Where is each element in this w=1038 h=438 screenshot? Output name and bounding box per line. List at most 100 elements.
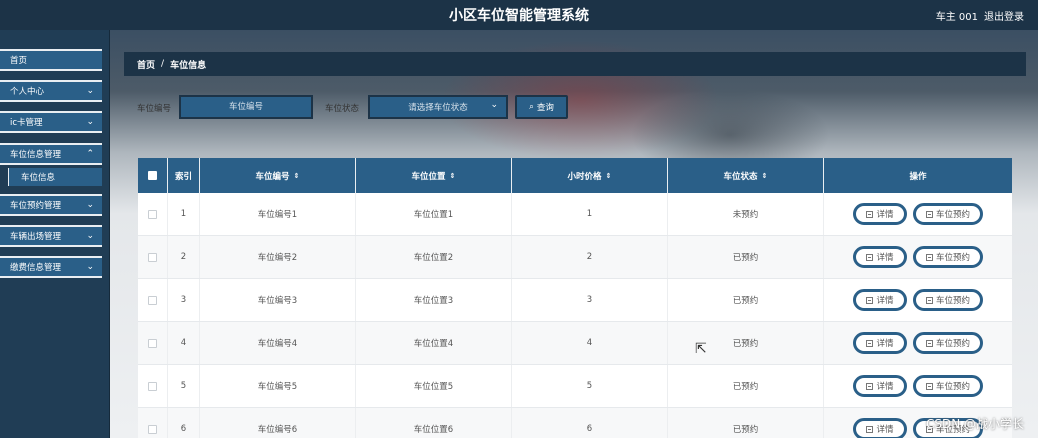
table-row: 1 车位编号1 车位位置1 1 未预约 详情 车位预约 xyxy=(138,193,1012,236)
detail-button[interactable]: 详情 xyxy=(853,246,907,268)
reserve-button-label: 车位预约 xyxy=(935,296,970,306)
sidebar-item-reservation[interactable]: 车位预约管理 ⌄ xyxy=(0,194,102,216)
cell-actions: 详情 车位预约 xyxy=(824,322,1012,364)
cell-index: 5 xyxy=(168,365,200,407)
cell-spot-location: 车位位置3 xyxy=(356,279,512,321)
detail-button[interactable]: 详情 xyxy=(853,332,907,354)
logout-link[interactable]: 退出登录 xyxy=(984,8,1024,23)
document-icon xyxy=(925,339,933,347)
reserve-button-label: 车位预约 xyxy=(935,210,970,220)
detail-button-label: 详情 xyxy=(876,382,894,392)
cell-spot-status: 已预约 xyxy=(668,408,824,438)
cell-hourly-price: 3 xyxy=(512,279,668,321)
table-row: 3 车位编号3 车位位置3 3 已预约 详情 车位预约 xyxy=(138,279,1012,322)
sidebar-item-payment[interactable]: 缴费信息管理 ⌄ xyxy=(0,256,102,278)
document-icon xyxy=(866,339,874,347)
detail-button[interactable]: 详情 xyxy=(853,418,907,438)
cell-actions: 详情 车位预约 xyxy=(824,279,1012,321)
cell-spot-code: 车位编号5 xyxy=(200,365,356,407)
document-icon xyxy=(866,382,874,390)
cell-actions: 详情 车位预约 xyxy=(824,365,1012,407)
document-icon xyxy=(925,210,933,218)
row-checkbox[interactable] xyxy=(138,322,168,364)
cell-hourly-price: 2 xyxy=(512,236,668,278)
row-checkbox[interactable] xyxy=(138,236,168,278)
sidebar-subitem-label: 车位信息 xyxy=(21,173,56,183)
breadcrumb-home[interactable]: 首页 xyxy=(137,58,155,71)
sort-icon[interactable]: ⇕ xyxy=(450,172,456,180)
sidebar-item-label: 车位预约管理 xyxy=(10,201,62,211)
sidebar-item-label: ic卡管理 xyxy=(10,118,43,128)
reserve-button[interactable]: 车位预约 xyxy=(913,246,983,268)
table-row: 6 车位编号6 车位位置6 6 已预约 详情 车位预约 xyxy=(138,408,1012,438)
user-name[interactable]: 车主 001 xyxy=(936,8,978,23)
reserve-button[interactable]: 车位预约 xyxy=(913,375,983,397)
cell-spot-status: 已预约 xyxy=(668,365,824,407)
col-spot-status[interactable]: 车位状态 ⇕ xyxy=(668,158,824,193)
cell-spot-code: 车位编号6 xyxy=(200,408,356,438)
chevron-down-icon: ⌄ xyxy=(86,262,94,272)
cell-index: 4 xyxy=(168,322,200,364)
cell-spot-status: 已预约 xyxy=(668,236,824,278)
sidebar-item-label: 车辆出场管理 xyxy=(10,232,62,242)
cell-spot-location: 车位位置6 xyxy=(356,408,512,438)
spot-table: 索引 车位编号 ⇕ 车位位置 ⇕ 小时价格 ⇕ 车位状态 ⇕ 操作 1 车位编号1 车位位置… xyxy=(138,158,1012,438)
chevron-down-icon: ⌄ xyxy=(490,100,498,110)
col-spot-code[interactable]: 车位编号 ⇕ xyxy=(200,158,356,193)
detail-button-label: 详情 xyxy=(876,425,894,435)
col-actions: 操作 xyxy=(909,171,927,182)
cell-spot-location: 车位位置5 xyxy=(356,365,512,407)
breadcrumb-separator: / xyxy=(161,59,165,69)
cell-spot-location: 车位位置1 xyxy=(356,193,512,235)
top-header: 小区车位智能管理系统 车主 001 退出登录 xyxy=(0,0,1038,30)
reserve-button[interactable]: 车位预约 xyxy=(913,332,983,354)
detail-button-label: 详情 xyxy=(876,296,894,306)
mouse-cursor-icon: ⇱ xyxy=(695,341,707,357)
cell-index: 2 xyxy=(168,236,200,278)
document-icon xyxy=(866,296,874,304)
sort-icon[interactable]: ⇕ xyxy=(762,172,768,180)
sidebar-item-ic-card[interactable]: ic卡管理 ⌄ xyxy=(0,111,102,133)
spot-code-input[interactable]: 车位编号 xyxy=(179,95,313,119)
sort-icon[interactable]: ⇕ xyxy=(606,172,612,180)
detail-button-label: 详情 xyxy=(876,253,894,263)
select-placeholder: 请选择车位状态 xyxy=(408,103,468,113)
cell-actions: 详情 车位预约 xyxy=(824,193,1012,235)
chevron-down-icon: ⌄ xyxy=(86,117,94,127)
detail-button-label: 详情 xyxy=(876,339,894,349)
sidebar-item-vehicle-exit[interactable]: 车辆出场管理 ⌄ xyxy=(0,225,102,247)
main-content: 首页 / 车位信息 车位编号 车位编号 车位状态 请选择车位状态 ⌄ ⌕ 查询 … xyxy=(110,30,1038,438)
cell-spot-status: 已预约 xyxy=(668,322,824,364)
sidebar-item-personal[interactable]: 个人中心 ⌄ xyxy=(0,80,102,102)
col-spot-location[interactable]: 车位位置 ⇕ xyxy=(356,158,512,193)
cell-index: 6 xyxy=(168,408,200,438)
row-checkbox[interactable] xyxy=(138,193,168,235)
cell-spot-code: 车位编号1 xyxy=(200,193,356,235)
cell-spot-code: 车位编号4 xyxy=(200,322,356,364)
sidebar-item-home[interactable]: 首页 xyxy=(0,49,102,71)
row-checkbox[interactable] xyxy=(138,408,168,438)
breadcrumb-current: 车位信息 xyxy=(170,60,207,71)
reserve-button[interactable]: 车位预约 xyxy=(913,203,983,225)
detail-button[interactable]: 详情 xyxy=(853,289,907,311)
search-button[interactable]: ⌕ 查询 xyxy=(515,95,568,119)
detail-button[interactable]: 详情 xyxy=(853,203,907,225)
sidebar-subitem-spot-info[interactable]: 车位信息 xyxy=(8,168,102,186)
col-hourly-price[interactable]: 小时价格 ⇕ xyxy=(512,158,668,193)
select-all-checkbox[interactable] xyxy=(138,158,168,193)
sort-icon[interactable]: ⇕ xyxy=(294,172,300,180)
table-row: 4 车位编号4 车位位置4 4 已预约 详情 车位预约 xyxy=(138,322,1012,365)
row-checkbox[interactable] xyxy=(138,365,168,407)
sidebar-item-label: 车位信息管理 xyxy=(10,150,62,160)
cell-hourly-price: 1 xyxy=(512,193,668,235)
spot-status-select[interactable]: 请选择车位状态 ⌄ xyxy=(368,95,508,119)
cell-spot-status: 未预约 xyxy=(668,193,824,235)
reserve-button[interactable]: 车位预约 xyxy=(913,289,983,311)
detail-button[interactable]: 详情 xyxy=(853,375,907,397)
table-row: 2 车位编号2 车位位置2 2 已预约 详情 车位预约 xyxy=(138,236,1012,279)
sidebar-item-spot-info[interactable]: 车位信息管理 ⌃ xyxy=(0,143,102,165)
cell-spot-status: 已预约 xyxy=(668,279,824,321)
table-body: 1 车位编号1 车位位置1 1 未预约 详情 车位预约 2 车位编号2 车位位置2 2 已预约 详情 车位… xyxy=(138,193,1012,438)
sidebar-item-label: 缴费信息管理 xyxy=(10,263,62,273)
row-checkbox[interactable] xyxy=(138,279,168,321)
